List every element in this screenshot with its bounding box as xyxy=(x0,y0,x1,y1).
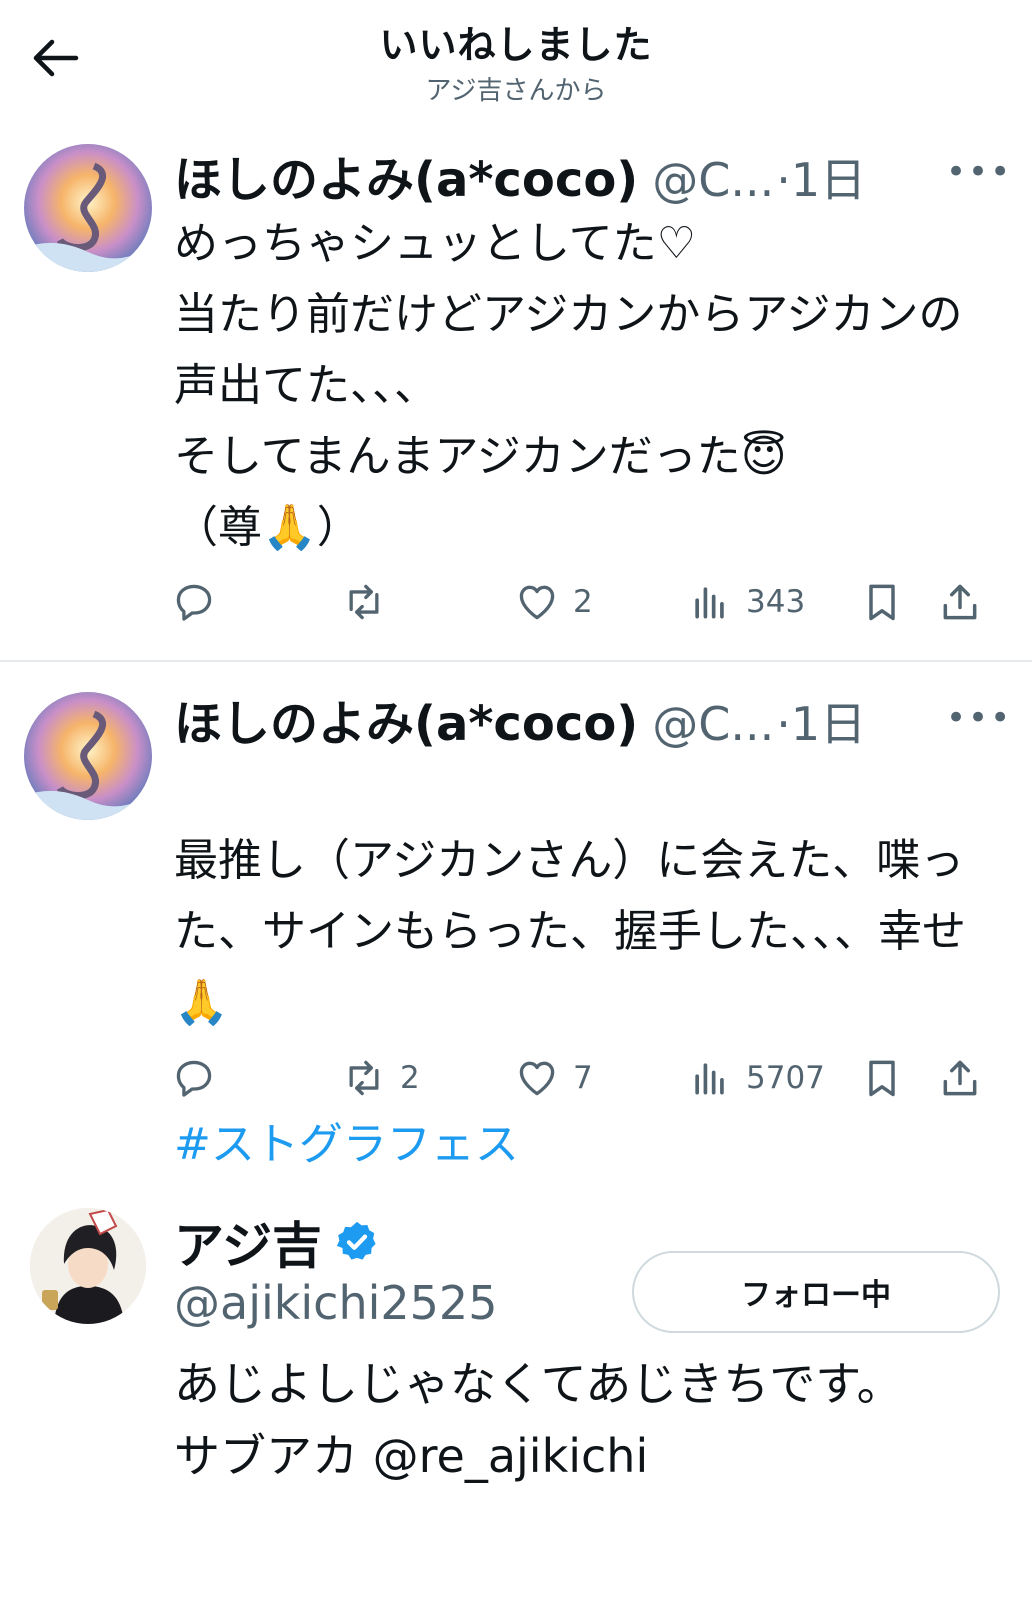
retweet-count: 2 xyxy=(400,1060,420,1096)
user-handle[interactable]: @ajikichi2525 xyxy=(174,1276,497,1330)
avatar[interactable] xyxy=(24,144,152,272)
more-options-icon[interactable]: ••• xyxy=(946,698,1012,738)
bookmark-button[interactable] xyxy=(860,1056,904,1100)
like-button[interactable]: 7 xyxy=(515,1056,593,1100)
retweet-icon xyxy=(349,584,379,620)
heart-icon xyxy=(519,585,555,620)
tweet-author-handle[interactable]: @C... xyxy=(652,153,774,207)
divider xyxy=(0,660,1032,662)
verified-badge-icon xyxy=(336,1221,376,1260)
tweet-time: ·1日 xyxy=(776,153,867,207)
tweet-author-name[interactable]: ほしのよみ(a*coco) xyxy=(174,140,638,210)
tweet-author-name[interactable]: ほしのよみ(a*coco) xyxy=(174,684,638,754)
page-title: いいねしました xyxy=(379,23,653,67)
user-card[interactable]: アジ吉 @ajikichi2525 あじよしじゃなくてあじきちです。 サブアカ … xyxy=(0,1196,1032,1516)
user-name[interactable]: アジ吉 xyxy=(174,1206,322,1278)
tweet-text: めっちゃシュッとしてた♡ 当たり前だけどアジカンからアジカンの声出てた、、、 そ… xyxy=(174,218,963,553)
views-icon xyxy=(695,1063,724,1095)
tweet-time: ·1日 xyxy=(776,697,867,751)
following-button[interactable]: フォロー中 xyxy=(632,1251,1000,1333)
view-count: 343 xyxy=(746,584,806,620)
reply-button[interactable] xyxy=(172,580,230,624)
reply-icon xyxy=(176,584,212,621)
retweet-icon xyxy=(349,1060,379,1096)
like-count: 7 xyxy=(573,1060,593,1096)
views-button[interactable]: 343 xyxy=(688,580,805,624)
share-icon xyxy=(943,1060,977,1096)
view-count: 5707 xyxy=(746,1060,825,1096)
retweet-button[interactable]: 2 xyxy=(342,1056,420,1100)
reply-button[interactable] xyxy=(172,1056,230,1100)
like-button[interactable]: 2 xyxy=(515,580,593,624)
reply-icon xyxy=(176,1060,212,1097)
bookmark-button[interactable] xyxy=(860,580,904,624)
avatar[interactable] xyxy=(24,692,152,820)
tweet[interactable]: ほしのよみ(a*coco) @C... ·1日 ••• 最推し（アジカンさん）に… xyxy=(0,674,1032,1170)
tweet[interactable]: ほしのよみ(a*coco) @C... ·1日 ••• めっちゃシュッとしてた♡… xyxy=(0,128,1032,658)
tweet-text-body: 最推し（アジカンさん）に会えた、喋った、サインもらった、握手した、、、幸せ🙏 xyxy=(174,835,966,1028)
bookmark-icon xyxy=(869,584,895,621)
user-avatar[interactable] xyxy=(30,1208,146,1324)
retweet-button[interactable] xyxy=(342,580,400,624)
more-options-icon[interactable]: ••• xyxy=(946,152,1012,192)
like-count: 2 xyxy=(573,584,593,620)
page-subtitle: アジ吉さんから xyxy=(425,76,607,106)
user-bio: あじよしじゃなくてあじきちです。 サブアカ @re_ajikichi xyxy=(174,1357,903,1483)
share-button[interactable] xyxy=(938,1056,982,1100)
tweet-author-handle[interactable]: @C... xyxy=(652,697,774,751)
share-button[interactable] xyxy=(938,580,982,624)
heart-icon xyxy=(519,1061,555,1096)
views-button[interactable]: 5707 xyxy=(688,1056,825,1100)
share-icon xyxy=(943,584,977,620)
hashtag-link[interactable]: #ストグラフェス xyxy=(174,1119,519,1170)
tweet-text: 最推し（アジカンさん）に会えた、喋った、サインもらった、握手した、、、幸せ🙏 #… xyxy=(174,754,1004,1180)
views-icon xyxy=(695,587,724,619)
bookmark-icon xyxy=(869,1060,895,1097)
